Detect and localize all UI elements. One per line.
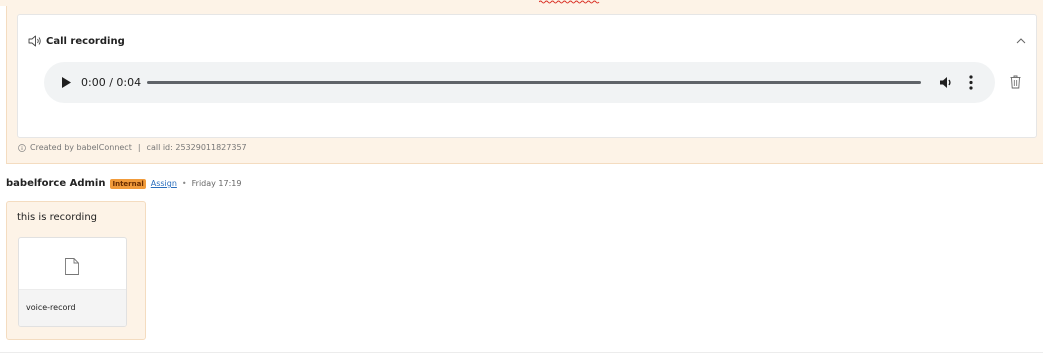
attachment-name: voice-record [26,303,76,312]
assign-link[interactable]: Assign [151,179,177,188]
time-display: 0:00 / 0:04 [81,76,142,89]
call-event-card: Call recording 0:00 / 0:04 Created by ba… [6,6,1043,164]
volume-icon[interactable] [940,76,954,89]
call-recording-panel: Call recording 0:00 / 0:04 [17,14,1037,138]
message-bubble: this is recording voice-record [6,201,146,340]
internal-badge: Internal [110,178,146,189]
header-separator: • [181,179,187,188]
info-icon [18,143,26,152]
attachment-footer: voice-record [19,289,126,326]
footer-separator: | [137,143,141,152]
call-recording-header: Call recording [28,35,125,47]
attachment-card[interactable]: voice-record [18,237,127,327]
message-text: this is recording [17,212,97,223]
call-id-text: call id: 25329011827357 [146,143,247,152]
more-options-icon[interactable] [969,75,973,90]
play-icon[interactable] [62,77,71,88]
progress-slider[interactable] [147,81,921,84]
message-timestamp: Friday 17:19 [191,179,242,188]
message-header: babelforce Admin Internal Assign • Frida… [6,178,241,189]
created-by-text: Created by babelConnect [30,143,132,152]
call-recording-title: Call recording [46,35,125,47]
spellcheck-squiggle [539,0,600,4]
audio-player[interactable]: 0:00 / 0:04 [44,62,995,103]
divider [0,352,1043,353]
chevron-up-icon[interactable] [1016,37,1026,45]
recording-footer: Created by babelConnect | call id: 25329… [18,143,247,152]
speaker-icon [28,35,41,47]
trash-icon[interactable] [1010,75,1021,89]
file-icon [65,258,79,275]
author-name: babelforce Admin [6,178,106,189]
